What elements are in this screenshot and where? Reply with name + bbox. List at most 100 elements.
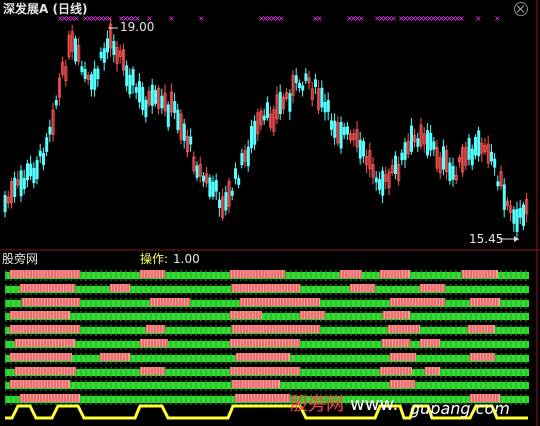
candle-body	[265, 102, 269, 118]
candle-body	[400, 152, 404, 161]
operation-label: 操作:	[140, 252, 169, 266]
candle-body	[304, 73, 308, 81]
candle-body	[128, 74, 132, 95]
candle-body	[13, 177, 17, 198]
indicator-pink-seg	[10, 270, 80, 278]
watermark-domain: gupang.com	[410, 399, 510, 418]
candle-body	[125, 65, 129, 87]
candle-body	[189, 136, 193, 145]
candle-body	[409, 125, 413, 152]
indicator-pink-seg	[425, 367, 440, 375]
candle-body	[502, 184, 506, 210]
candle-body	[173, 101, 177, 113]
candle-body	[313, 79, 317, 88]
indicator-pink-seg	[230, 367, 300, 375]
candle-body	[214, 180, 218, 192]
candle-body	[477, 130, 481, 157]
signal-marker: ×	[316, 14, 323, 23]
price-annotations	[108, 27, 519, 242]
candle-body	[211, 181, 215, 197]
candle-body	[288, 93, 292, 112]
candle-body	[522, 204, 526, 226]
candle-body	[381, 170, 385, 196]
candle-body	[403, 142, 407, 160]
candle-body	[25, 163, 29, 181]
candle-body	[19, 170, 23, 197]
candle-body	[201, 175, 205, 182]
candle-body	[441, 146, 445, 170]
candle-body	[195, 165, 199, 178]
candle-body	[470, 148, 474, 166]
signal-marker: ×	[475, 14, 482, 23]
candle-body	[489, 151, 493, 162]
candle-body	[425, 130, 429, 156]
candle-body	[176, 109, 180, 131]
candle-body	[134, 87, 138, 93]
candle-body	[74, 38, 78, 62]
candle-body	[42, 153, 46, 165]
candle-body	[393, 155, 397, 175]
candle-body	[90, 74, 94, 90]
candle-body	[102, 48, 106, 63]
candle-body	[448, 162, 452, 182]
candle-body	[320, 87, 324, 108]
candle-body	[32, 168, 36, 184]
candle-body	[451, 165, 455, 180]
watermark-www: www.	[350, 394, 399, 415]
signal-marker: ×	[198, 14, 205, 23]
candle-body	[93, 68, 97, 90]
candle-body	[45, 137, 49, 152]
signal-marker: ×	[458, 14, 465, 23]
watermark-text: 股旁网	[290, 394, 344, 415]
candle-body	[432, 141, 436, 150]
candle-body	[473, 137, 477, 156]
candle-body	[141, 87, 145, 111]
candle-body	[80, 66, 84, 73]
candle-body	[515, 208, 519, 232]
candle-body	[246, 146, 250, 167]
candle-body	[166, 104, 170, 128]
candle-body	[233, 168, 237, 179]
indicator-pink-seg	[230, 270, 285, 278]
candle-body	[493, 158, 497, 168]
candle-body	[329, 120, 333, 130]
candle-body	[278, 91, 282, 115]
indicator-pink-seg	[390, 353, 416, 361]
candle-body	[240, 153, 244, 166]
stock-chart: ××××× ××××××× ××××× × × × ×××××× ×× ×××× ××××× ×××…	[0, 0, 540, 426]
candle-body	[345, 126, 349, 135]
candle-body	[323, 102, 327, 113]
signal-marker: ×	[278, 14, 285, 23]
candle-body	[182, 123, 186, 141]
candle-body	[153, 90, 157, 104]
candle-body	[416, 138, 420, 147]
candle-body	[83, 68, 87, 79]
signal-marker: ×	[106, 14, 113, 23]
indicator-pink-seg	[230, 339, 300, 347]
indicator-rows	[5, 270, 529, 405]
candle-body	[29, 163, 33, 177]
candle-body	[48, 126, 52, 135]
candle-body	[150, 84, 154, 106]
signal-marker: ×	[390, 14, 397, 23]
candle-body	[326, 100, 330, 112]
candle-body	[262, 115, 266, 121]
candle-body	[131, 69, 135, 86]
operation-value: 1.00	[173, 252, 200, 266]
low-price-label: 15.45	[469, 232, 504, 246]
indicator-row-base	[5, 313, 529, 320]
candle-body	[35, 159, 39, 180]
close-icon[interactable]	[514, 2, 528, 16]
candle-body	[106, 38, 110, 53]
candle-body	[512, 209, 516, 224]
high-price-label: 19.00	[120, 20, 155, 34]
candle-body	[358, 139, 362, 159]
signal-marker: ×	[168, 14, 175, 23]
candle-body	[333, 120, 337, 138]
indicator-pink-seg	[20, 284, 75, 292]
candle-body	[361, 141, 365, 157]
candle-body	[297, 82, 301, 88]
candle-body	[208, 177, 212, 197]
indicator-pink-seg	[390, 298, 445, 306]
candle-body	[374, 177, 378, 183]
